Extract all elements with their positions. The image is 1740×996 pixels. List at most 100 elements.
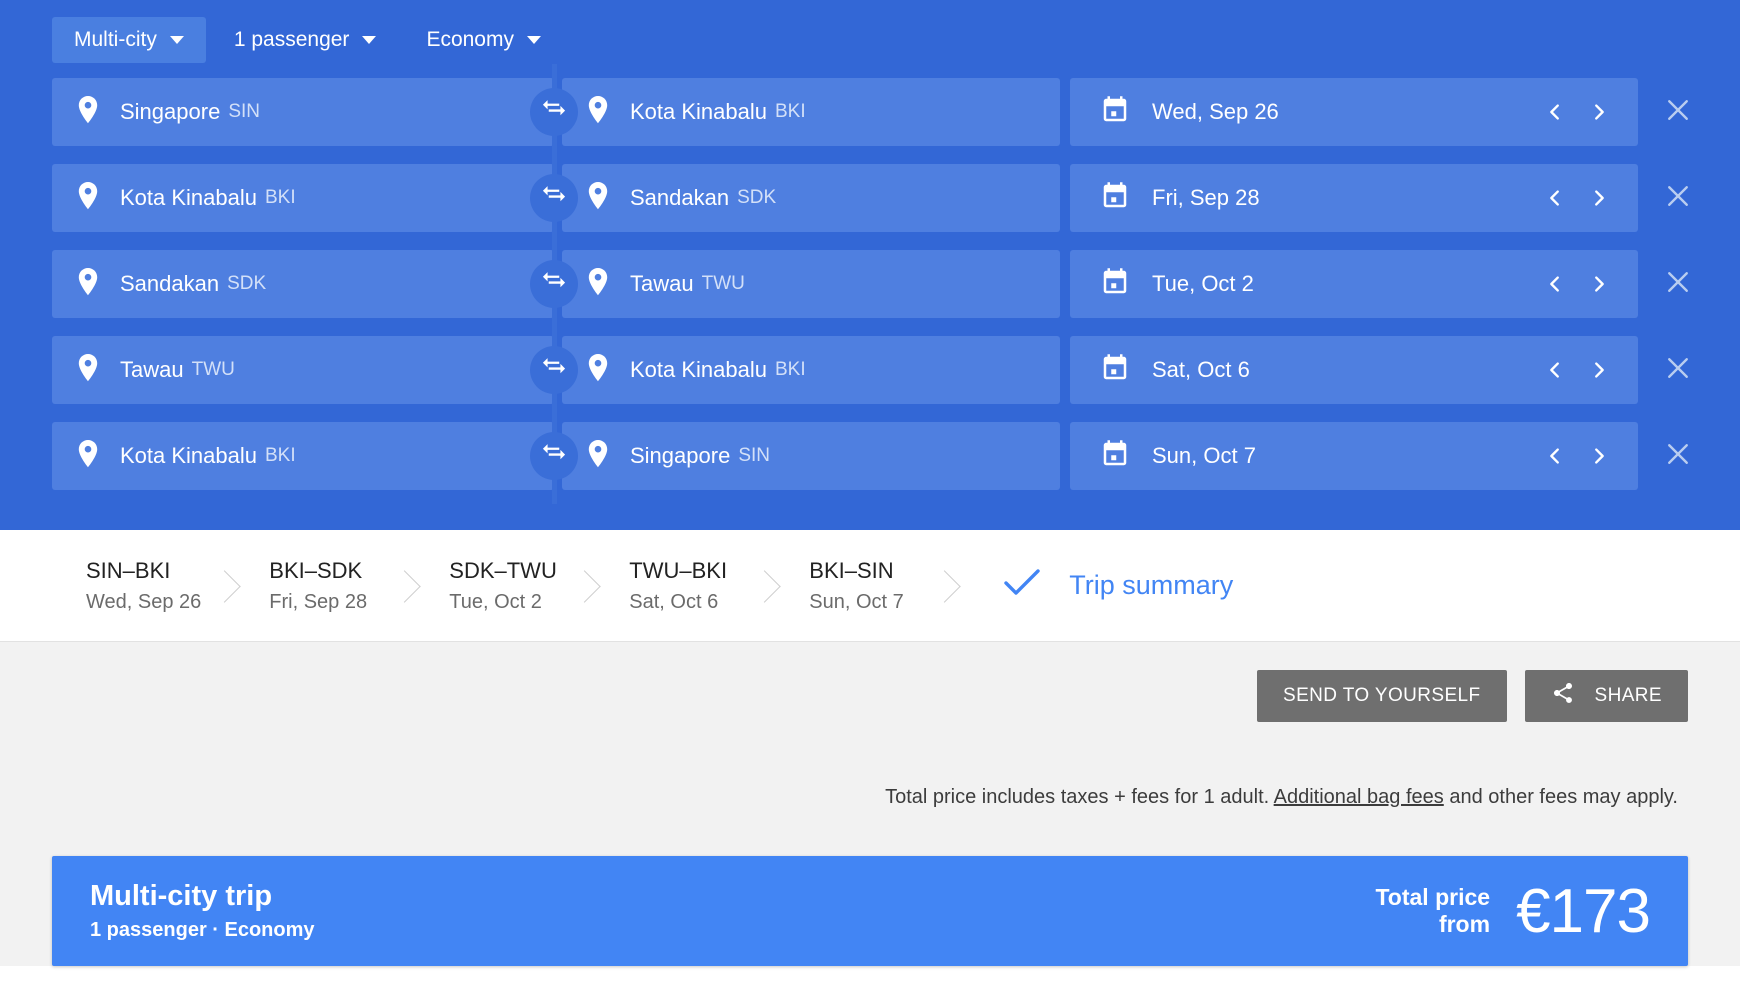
destination-input[interactable]: Singapore SIN — [562, 422, 1060, 490]
origin-input[interactable]: Kota Kinabalu BKI — [52, 164, 554, 232]
close-icon — [1663, 95, 1693, 130]
flight-row: Kota Kinabalu BKI Singapore SIN Sun, Oct 7 — [0, 408, 1740, 504]
destination-input[interactable]: Tawau TWU — [562, 250, 1060, 318]
destination-city: Kota Kinabalu — [630, 99, 767, 124]
flight-date: Wed, Sep 26 — [1152, 99, 1279, 124]
remove-flight-button[interactable] — [1652, 78, 1704, 146]
date-input[interactable]: Sun, Oct 7 — [1070, 422, 1638, 490]
destination-code: TWU — [701, 273, 745, 294]
swap-arrows-icon — [540, 440, 568, 473]
flight-row: Tawau TWU Kota Kinabalu BKI Sat, Oct 6 — [0, 322, 1740, 418]
previous-day-icon[interactable] — [1542, 185, 1568, 211]
destination-city: Kota Kinabalu — [630, 357, 767, 382]
previous-day-icon[interactable] — [1542, 357, 1568, 383]
location-pin-icon — [76, 439, 100, 474]
next-day-icon[interactable] — [1586, 357, 1612, 383]
leg-route-code: BKI–SIN — [809, 557, 894, 583]
location-pin-icon — [586, 353, 610, 388]
origin-input[interactable]: Sandakan SDK — [52, 250, 554, 318]
destination-input[interactable]: Sandakan SDK — [562, 164, 1060, 232]
next-day-icon[interactable] — [1586, 99, 1612, 125]
leg-tab[interactable]: TWU–BKI Sat, Oct 6 — [595, 530, 775, 641]
location-pin-icon — [586, 181, 610, 216]
origin-input[interactable]: Tawau TWU — [52, 336, 554, 404]
close-icon — [1663, 267, 1693, 302]
cabin-class-selector[interactable]: Economy — [404, 17, 563, 63]
calendar-icon — [1100, 267, 1130, 302]
leg-date: Tue, Oct 2 — [449, 590, 542, 613]
location-pin-icon — [76, 267, 100, 302]
tab-trip-summary[interactable]: Trip summary — [955, 530, 1273, 641]
calendar-icon — [1100, 181, 1130, 216]
calendar-icon — [1100, 353, 1130, 388]
total-price-line1: Total price — [1375, 883, 1491, 910]
destination-city: Tawau — [630, 271, 694, 296]
price-banner-wrap: Multi-city trip 1 passenger · Economy To… — [0, 834, 1740, 966]
next-day-icon[interactable] — [1586, 185, 1612, 211]
origin-city: Sandakan — [120, 271, 220, 296]
passenger-selector[interactable]: 1 passenger — [212, 17, 399, 63]
calendar-icon — [1100, 95, 1130, 130]
leg-route-code: SDK–TWU — [449, 557, 557, 583]
destination-input[interactable]: Kota Kinabalu BKI — [562, 78, 1060, 146]
date-nav-arrows — [1542, 185, 1612, 211]
location-pin-icon — [76, 95, 100, 130]
swap-button[interactable] — [530, 260, 578, 308]
share-button[interactable]: SHARE — [1524, 670, 1688, 722]
leg-tab[interactable]: SIN–BKI Wed, Sep 26 — [52, 530, 235, 641]
price-banner-subtitle: 1 passenger · Economy — [90, 919, 315, 941]
destination-code: BKI — [775, 101, 806, 122]
swap-control — [528, 150, 580, 246]
chevron-down-icon — [362, 36, 377, 44]
options-bar: Multi-city 1 passenger Economy — [0, 14, 1740, 66]
leg-route-code: TWU–BKI — [629, 557, 728, 583]
previous-day-icon[interactable] — [1542, 271, 1568, 297]
destination-input[interactable]: Kota Kinabalu BKI — [562, 336, 1060, 404]
previous-day-icon[interactable] — [1542, 443, 1568, 469]
location-pin-icon — [76, 181, 100, 216]
date-input[interactable]: Fri, Sep 28 — [1070, 164, 1638, 232]
destination-code: SDK — [737, 187, 777, 208]
next-day-icon[interactable] — [1586, 443, 1612, 469]
leg-tab[interactable]: BKI–SIN Sun, Oct 7 — [775, 530, 955, 641]
origin-code: BKI — [265, 445, 296, 466]
leg-tab[interactable]: SDK–TWU Tue, Oct 2 — [415, 530, 595, 641]
date-input[interactable]: Tue, Oct 2 — [1070, 250, 1638, 318]
total-price-label: Total price from — [1375, 884, 1490, 938]
swap-button[interactable] — [530, 88, 578, 136]
destination-code: BKI — [775, 359, 806, 380]
previous-day-icon[interactable] — [1542, 99, 1568, 125]
close-icon — [1663, 353, 1693, 388]
leg-date: Sat, Oct 6 — [629, 590, 719, 613]
trip-type-selector[interactable]: Multi-city — [52, 17, 206, 63]
leg-tab-bar: SIN–BKI Wed, Sep 26 BKI–SDK Fri, Sep 28 SDK–… — [0, 530, 1740, 642]
remove-flight-button[interactable] — [1652, 164, 1704, 232]
price-disclaimer: Total price includes taxes + fees for 1 … — [52, 786, 1688, 809]
origin-input[interactable]: Singapore SIN — [52, 78, 554, 146]
additional-bag-fees-link[interactable]: Additional bag fees — [1274, 786, 1444, 808]
calendar-icon — [1100, 439, 1130, 474]
destination-city: Sandakan — [630, 185, 730, 210]
remove-flight-button[interactable] — [1652, 336, 1704, 404]
origin-city: Kota Kinabalu — [120, 185, 257, 210]
leg-tab[interactable]: BKI–SDK Fri, Sep 28 — [235, 530, 415, 641]
disclaimer-text-after: and other fees may apply. — [1443, 786, 1678, 808]
date-input[interactable]: Wed, Sep 26 — [1070, 78, 1638, 146]
origin-code: TWU — [191, 359, 235, 380]
leg-route-code: BKI–SDK — [269, 557, 363, 583]
send-to-yourself-label: SEND TO YOURSELF — [1283, 685, 1481, 706]
origin-input[interactable]: Kota Kinabalu BKI — [52, 422, 554, 490]
cabin-class-label: Economy — [426, 28, 514, 51]
origin-code: SIN — [228, 101, 260, 122]
send-to-yourself-button[interactable]: SEND TO YOURSELF — [1257, 670, 1507, 722]
swap-button[interactable] — [530, 346, 578, 394]
date-nav-arrows — [1542, 99, 1612, 125]
swap-button[interactable] — [530, 432, 578, 480]
remove-flight-button[interactable] — [1652, 422, 1704, 490]
swap-button[interactable] — [530, 174, 578, 222]
date-nav-arrows — [1542, 443, 1612, 469]
price-banner[interactable]: Multi-city trip 1 passenger · Economy To… — [52, 856, 1688, 966]
next-day-icon[interactable] — [1586, 271, 1612, 297]
date-input[interactable]: Sat, Oct 6 — [1070, 336, 1638, 404]
remove-flight-button[interactable] — [1652, 250, 1704, 318]
